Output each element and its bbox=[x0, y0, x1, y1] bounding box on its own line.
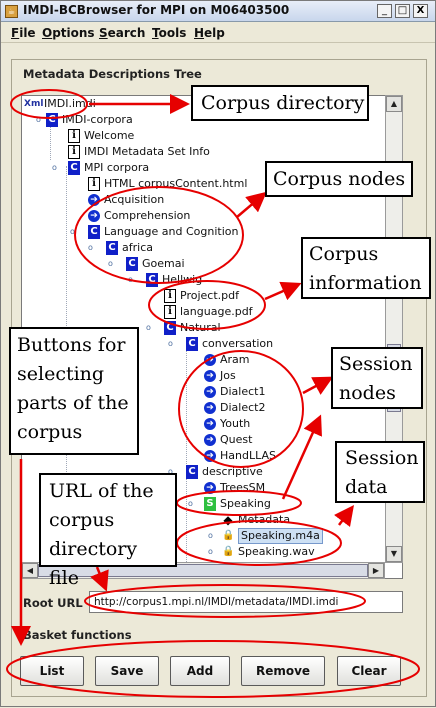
url-note-callout: URL of the corpus directory file bbox=[39, 473, 177, 589]
arrow-icon: ➔ bbox=[204, 386, 216, 398]
info-icon: i bbox=[88, 177, 100, 191]
menu-tools[interactable]: Tools bbox=[152, 26, 186, 40]
minimize-button[interactable]: _ bbox=[377, 4, 392, 18]
collapse-handle-icon[interactable]: o bbox=[168, 340, 176, 348]
corpus-icon: C bbox=[186, 465, 198, 479]
corpus-icon: C bbox=[88, 225, 100, 239]
corpus-icon: C bbox=[126, 257, 138, 271]
tree-panel-title: Metadata Descriptions Tree bbox=[23, 67, 202, 81]
xml-icon: Xml bbox=[24, 99, 44, 109]
scroll-up-icon[interactable]: ▲ bbox=[386, 96, 402, 112]
info-icon: i bbox=[164, 305, 176, 319]
scroll-right-icon[interactable]: ▶ bbox=[368, 563, 384, 578]
corpus-icon: C bbox=[186, 337, 198, 351]
menu-options[interactable]: Options bbox=[42, 26, 95, 40]
scroll-left-icon[interactable]: ◀ bbox=[22, 563, 38, 578]
collapse-handle-icon[interactable]: o bbox=[208, 548, 216, 556]
lock-icon: 🔒 bbox=[222, 529, 235, 543]
collapse-handle-icon[interactable]: o bbox=[208, 532, 216, 540]
menu-help[interactable]: Help bbox=[194, 26, 225, 40]
collapse-handle-icon[interactable]: o bbox=[108, 260, 116, 268]
corpus-icon: C bbox=[146, 273, 158, 287]
corpus-icon: C bbox=[68, 161, 80, 175]
maximize-button[interactable]: □ bbox=[395, 4, 410, 18]
arrow-icon: ➔ bbox=[204, 450, 216, 462]
basket-functions-label: Basket functions bbox=[23, 628, 132, 642]
arrow-icon: ➔ bbox=[204, 482, 216, 494]
corpus-icon: C bbox=[106, 241, 118, 255]
add-button[interactable]: Add bbox=[170, 656, 230, 686]
menu-search[interactable]: Search bbox=[99, 26, 145, 40]
session-nodes-callout: Session nodes bbox=[331, 347, 423, 409]
window-title: IMDI-BCBrowser for MPI on M06403500 bbox=[23, 3, 290, 17]
arrow-icon: ➔ bbox=[204, 370, 216, 382]
arrow-icon: ➔ bbox=[204, 418, 216, 430]
arrow-icon: ➔ bbox=[204, 434, 216, 446]
info-icon: i bbox=[164, 289, 176, 303]
remove-button[interactable]: Remove bbox=[241, 656, 325, 686]
menu-bar: File Options Search Tools Help bbox=[1, 23, 435, 43]
buttons-note-callout: Buttons for selecting parts of the corpu… bbox=[9, 327, 139, 455]
corpus-nodes-callout: Corpus nodes bbox=[265, 161, 413, 197]
collapse-handle-icon[interactable]: o bbox=[36, 116, 44, 124]
close-button[interactable]: X bbox=[413, 4, 428, 18]
arrow-icon: ➔ bbox=[88, 210, 100, 222]
menu-file[interactable]: File bbox=[11, 26, 36, 40]
app-window: ☕ IMDI-BCBrowser for MPI on M06403500 _ … bbox=[0, 0, 436, 707]
clear-button[interactable]: Clear bbox=[337, 656, 401, 686]
title-bar[interactable]: ☕ IMDI-BCBrowser for MPI on M06403500 _ … bbox=[1, 1, 435, 22]
session-data-callout: Session data bbox=[335, 441, 425, 503]
corpus-icon: C bbox=[46, 113, 58, 127]
lock-icon: 🔒 bbox=[222, 545, 235, 559]
app-logo-icon: ☕ bbox=[5, 5, 18, 18]
list-button[interactable]: List bbox=[20, 656, 84, 686]
tree-guide-line bbox=[186, 342, 187, 562]
save-button[interactable]: Save bbox=[95, 656, 159, 686]
arrow-icon: ➔ bbox=[204, 402, 216, 414]
collapse-handle-icon[interactable]: o bbox=[146, 324, 154, 332]
collapse-handle-icon[interactable]: o bbox=[188, 500, 196, 508]
collapse-handle-icon[interactable]: o bbox=[128, 276, 136, 284]
collapse-handle-icon[interactable]: o bbox=[88, 244, 96, 252]
info-icon: i bbox=[68, 145, 80, 159]
info-icon: i bbox=[68, 129, 80, 143]
session-icon: S bbox=[204, 497, 216, 511]
collapse-handle-icon[interactable]: o bbox=[70, 228, 78, 236]
scroll-down-icon[interactable]: ▼ bbox=[386, 546, 402, 562]
corpus-directory-callout: Corpus directory bbox=[191, 85, 369, 121]
arrow-icon: ➔ bbox=[204, 354, 216, 366]
metadata-icon: ◆ bbox=[223, 513, 233, 527]
root-url-input[interactable]: http://corpus1.mpi.nl/IMDI/metadata/IMDI… bbox=[89, 591, 403, 613]
corpus-icon: C bbox=[164, 321, 176, 335]
arrow-icon: ➔ bbox=[88, 194, 100, 206]
root-url-label: Root URL bbox=[23, 596, 83, 610]
collapse-handle-icon[interactable]: o bbox=[52, 164, 60, 172]
corpus-information-callout: Corpus information bbox=[301, 237, 431, 299]
